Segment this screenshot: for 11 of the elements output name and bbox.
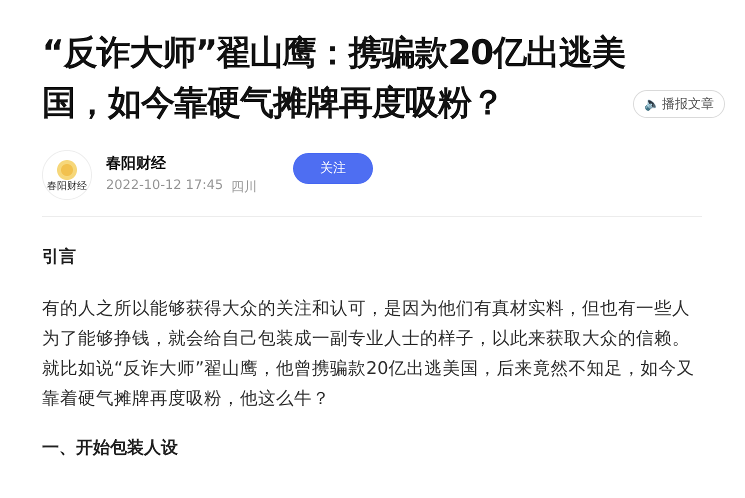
follow-button[interactable]: 关注	[293, 152, 374, 184]
article-title: “反诈大师”翟山鹰：携骗款20亿出逃美国，如今靠硬气摊牌再度吸粉？	[42, 32, 626, 125]
publish-date: 2022-10-12 17:45	[106, 178, 224, 195]
logo-text: 春阳财经	[47, 180, 87, 192]
listen-button[interactable]: 🔈播报文章	[633, 90, 725, 118]
author-name[interactable]: 春阳财经	[106, 154, 258, 173]
section-heading: 引言	[42, 246, 77, 268]
location-text: 四川	[231, 179, 258, 196]
paragraph: 有的人之所以能够获得大众的关注和认可，是因为他们有真材实料，但也有一些人为了能够挣钱，就会给自己包装成一副专业人士的样子，以此来获取大众的信赖。就比如说“反诈大师”翟山鹰，他曾携骗款20亿出逃美国，后来竟然不知足，如今又靠着硬气摊牌再度吸粉，他这么牛？	[42, 298, 696, 411]
sun-icon	[55, 158, 79, 180]
section-heading: 一、开始包装人设	[42, 437, 179, 459]
